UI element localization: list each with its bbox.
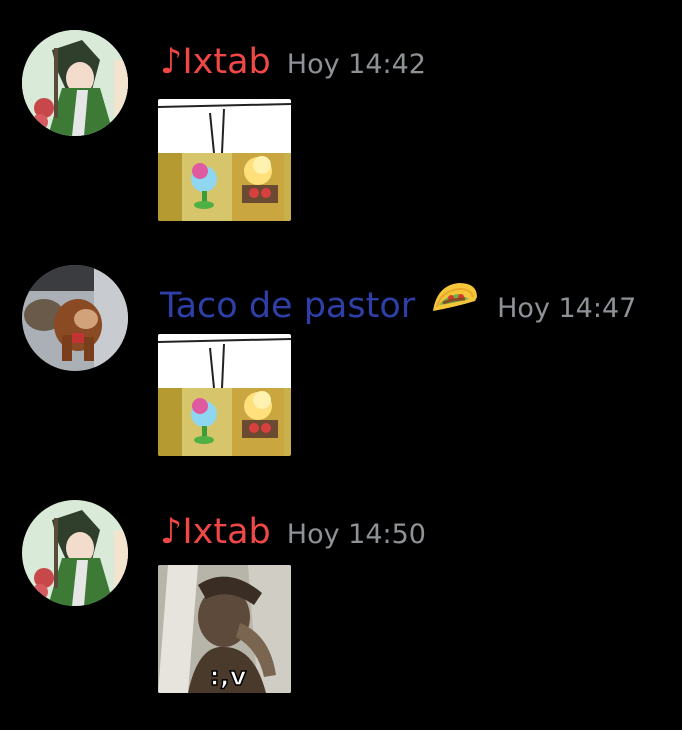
avatar[interactable]: [22, 30, 128, 136]
timestamp: Hoy 14:50: [286, 519, 426, 550]
plants-vs-zombies-meme-image-icon: [158, 334, 291, 456]
author-name[interactable]: ♪Ixtab: [160, 42, 271, 82]
anime-character-avatar-icon: [22, 30, 128, 136]
image-attachment[interactable]: [158, 334, 291, 456]
meme-caption: :,v: [209, 662, 246, 692]
message-header: ♪Ixtab Hoy 14:50: [160, 512, 426, 552]
anime-character-avatar-icon: [22, 500, 128, 606]
chat-message: ♪Ixtab Hoy 14:50 :,v: [0, 470, 682, 730]
avatar[interactable]: [22, 500, 128, 606]
chat-message: Taco de pastor Hoy 14:47: [0, 235, 682, 475]
message-header: ♪Ixtab Hoy 14:42: [160, 42, 426, 82]
timestamp: Hoy 14:42: [286, 49, 426, 80]
image-attachment[interactable]: :,v: [158, 565, 291, 693]
message-header: Taco de pastor Hoy 14:47: [160, 277, 636, 326]
author-name[interactable]: Taco de pastor: [160, 286, 415, 326]
timestamp: Hoy 14:47: [497, 293, 637, 324]
plants-vs-zombies-meme-image-icon: [158, 99, 291, 221]
chat-message: ♪Ixtab Hoy 14:42: [0, 0, 682, 235]
man-meme-image-icon: :,v: [158, 565, 291, 693]
donkey-kong-avatar-icon: [22, 265, 128, 371]
avatar[interactable]: [22, 265, 128, 371]
taco-emoji-icon: [429, 277, 481, 317]
author-name[interactable]: ♪Ixtab: [160, 512, 271, 552]
image-attachment[interactable]: [158, 99, 291, 221]
chat-message-list: ♪Ixtab Hoy 14:42 Taco de pastor Hoy 14:4…: [0, 0, 682, 730]
